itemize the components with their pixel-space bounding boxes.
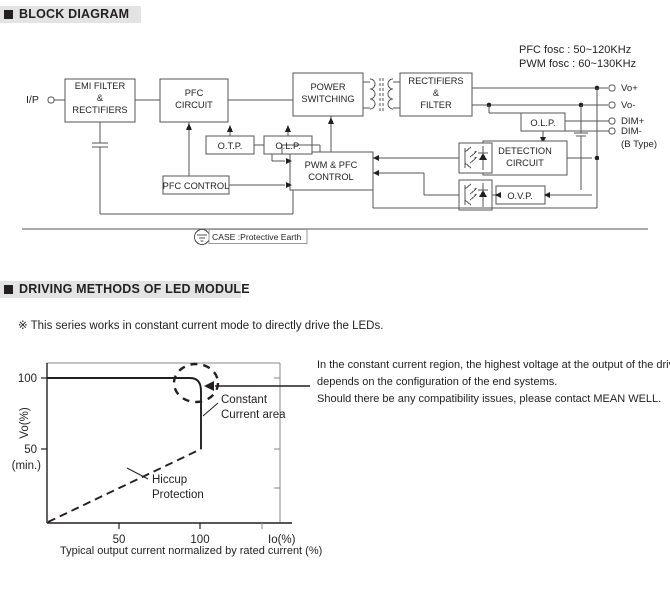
arrow-head — [328, 117, 334, 124]
section-title-text: DRIVING METHODS OF LED MODULE — [19, 282, 250, 297]
constant-current-curve — [47, 377, 202, 449]
leader-hiccup — [126, 467, 149, 480]
emi-line1: EMI FILTER — [75, 81, 126, 91]
detection-line1: DETECTION — [498, 146, 552, 156]
annotation-constant-current-line2: Current area — [221, 409, 286, 421]
olp-right-label: O.L.P. — [530, 118, 555, 128]
block-pwm-pfc-control — [289, 151, 374, 191]
datasheet-page: BLOCK DIAGRAM PFC fosc : 50~120KHz PWM f… — [0, 0, 670, 570]
emi-line3: RECTIFIERS — [72, 105, 127, 115]
arrow-head — [373, 170, 379, 176]
explanation-line-3: Should there be any compatibility issues… — [317, 393, 662, 405]
protective-earth-icon — [194, 229, 210, 245]
detection-line2: CIRCUIT — [506, 158, 544, 168]
output-note-b-type: (B Type) — [621, 139, 657, 150]
explanation-line-1: In the constant current region, the high… — [317, 359, 670, 371]
rectifiers-line1: RECTIFIERS — [408, 76, 463, 86]
pfc-control-label: PFC CONTROL — [163, 181, 230, 191]
chart-caption: Typical output current normalized by rat… — [60, 545, 323, 557]
yaxis-label: Vo(%) — [19, 407, 31, 438]
input-terminal-icon — [47, 96, 55, 104]
output-label-vo-minus: Vo- — [621, 100, 635, 111]
constant-current-explanation: In the constant current region, the high… — [317, 357, 670, 408]
emi-line2: & — [97, 93, 104, 103]
rectifiers-line3: FILTER — [420, 100, 452, 110]
square-bullet-icon — [4, 285, 13, 294]
junction-dot — [594, 155, 600, 161]
output-label-vo-plus: Vo+ — [621, 83, 638, 94]
explanation-line-2: depends on the configuration of the end … — [317, 376, 558, 388]
annotation-constant-current-line1: Constant — [221, 394, 268, 406]
rectifiers-line2: & — [433, 88, 440, 98]
earth-label: CASE :Protective Earth — [212, 232, 302, 242]
leader-constant-current — [202, 402, 219, 417]
output-label-dim-minus: DIM- — [621, 126, 642, 137]
ovp-label: O.V.P. — [507, 191, 532, 201]
power-switching-line1: POWER — [310, 82, 345, 92]
input-label: I/P — [26, 94, 39, 106]
arrow-head — [285, 125, 291, 132]
block-diagram-svg: I/P EMI FILTER & RECTIFIERS PFC CIRCUIT … — [22, 72, 657, 245]
pfc-circuit-line2: CIRCUIT — [175, 100, 213, 110]
output-terminal-dim-minus — [608, 127, 616, 135]
output-terminal-dim-plus — [608, 117, 616, 125]
ytick-label-50: 50 — [24, 444, 37, 456]
arrow-head — [186, 123, 192, 130]
ytick-label-100: 100 — [18, 373, 37, 385]
arrow-head — [373, 155, 379, 161]
callout-arrow-head — [204, 381, 214, 391]
pwm-pfc-line1: PWM & PFC — [305, 160, 358, 170]
arrow-head — [227, 125, 233, 132]
otp-label: O.T.P. — [218, 141, 243, 151]
output-terminal-vo-minus — [608, 101, 616, 109]
pwm-pfc-line2: CONTROL — [308, 172, 353, 182]
constant-current-note: ※ This series works in constant current … — [18, 320, 384, 332]
power-switching-line2: SWITCHING — [301, 94, 354, 104]
ytick-label-min: (min.) — [12, 460, 42, 472]
olp-left-label: O.L.P. — [275, 141, 300, 151]
annotation-hiccup-line2: Protection — [152, 489, 204, 501]
section-header-driving-methods: DRIVING METHODS OF LED MODULE — [0, 281, 250, 298]
output-terminal-vo-plus — [608, 84, 616, 92]
pfc-circuit-line1: PFC — [185, 88, 204, 98]
annotation-hiccup-line1: Hiccup — [152, 474, 187, 486]
